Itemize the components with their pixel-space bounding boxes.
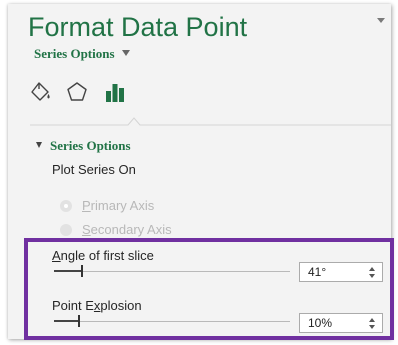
tab-effects[interactable]	[64, 81, 90, 107]
point-explosion-label: Point Explosion	[52, 298, 142, 313]
pane-title: Format Data Point	[28, 12, 248, 42]
primary-axis-radio[interactable]: Primary Axis	[60, 198, 154, 213]
radio-button-icon	[60, 199, 72, 212]
secondary-axis-radio[interactable]: Secondary Axis	[60, 222, 172, 237]
angle-spinbox[interactable]: 41°	[299, 262, 383, 282]
explosion-slider[interactable]	[54, 315, 290, 327]
angle-slider[interactable]	[54, 265, 290, 277]
bar-chart-icon	[104, 81, 126, 108]
spin-arrows[interactable]	[369, 266, 376, 280]
spin-arrows[interactable]	[369, 317, 376, 331]
slider-track	[54, 271, 290, 272]
slider-fill	[54, 320, 78, 322]
paint-bucket-icon	[29, 81, 53, 108]
format-data-point-pane: Format Data Point Series Options Series …	[8, 4, 391, 339]
secondary-axis-label: Secondary Axis	[82, 222, 172, 237]
tab-fill-line[interactable]	[28, 81, 54, 107]
slider-thumb[interactable]	[78, 315, 80, 327]
primary-axis-label: Primary Axis	[82, 198, 155, 213]
pentagon-icon	[66, 81, 88, 108]
spin-up-icon[interactable]	[369, 267, 375, 271]
slider-fill	[54, 270, 81, 272]
explosion-value: 10%	[308, 316, 333, 330]
spin-up-icon[interactable]	[369, 318, 375, 322]
pane-options-arrow[interactable]	[377, 18, 385, 23]
angle-value: 41°	[308, 265, 327, 279]
collapse-triangle-icon	[36, 142, 42, 148]
series-options-dropdown[interactable]: Series Options	[34, 46, 130, 62]
chevron-down-icon	[121, 50, 130, 56]
series-options-section-title: Series Options	[50, 138, 131, 153]
series-options-dropdown-label: Series Options	[34, 46, 115, 61]
series-options-section-toggle[interactable]: Series Options	[36, 138, 131, 154]
tab-series-options[interactable]	[102, 81, 128, 107]
spin-down-icon[interactable]	[369, 274, 375, 278]
tab-divider	[30, 117, 391, 126]
plot-series-on-label: Plot Series On	[52, 162, 136, 177]
spin-down-icon[interactable]	[369, 325, 375, 329]
angle-of-first-slice-label: Angle of first slice	[52, 248, 154, 263]
slider-track	[54, 321, 290, 322]
radio-button-icon	[60, 223, 72, 236]
slider-thumb[interactable]	[81, 265, 83, 277]
explosion-spinbox[interactable]: 10%	[299, 313, 383, 333]
